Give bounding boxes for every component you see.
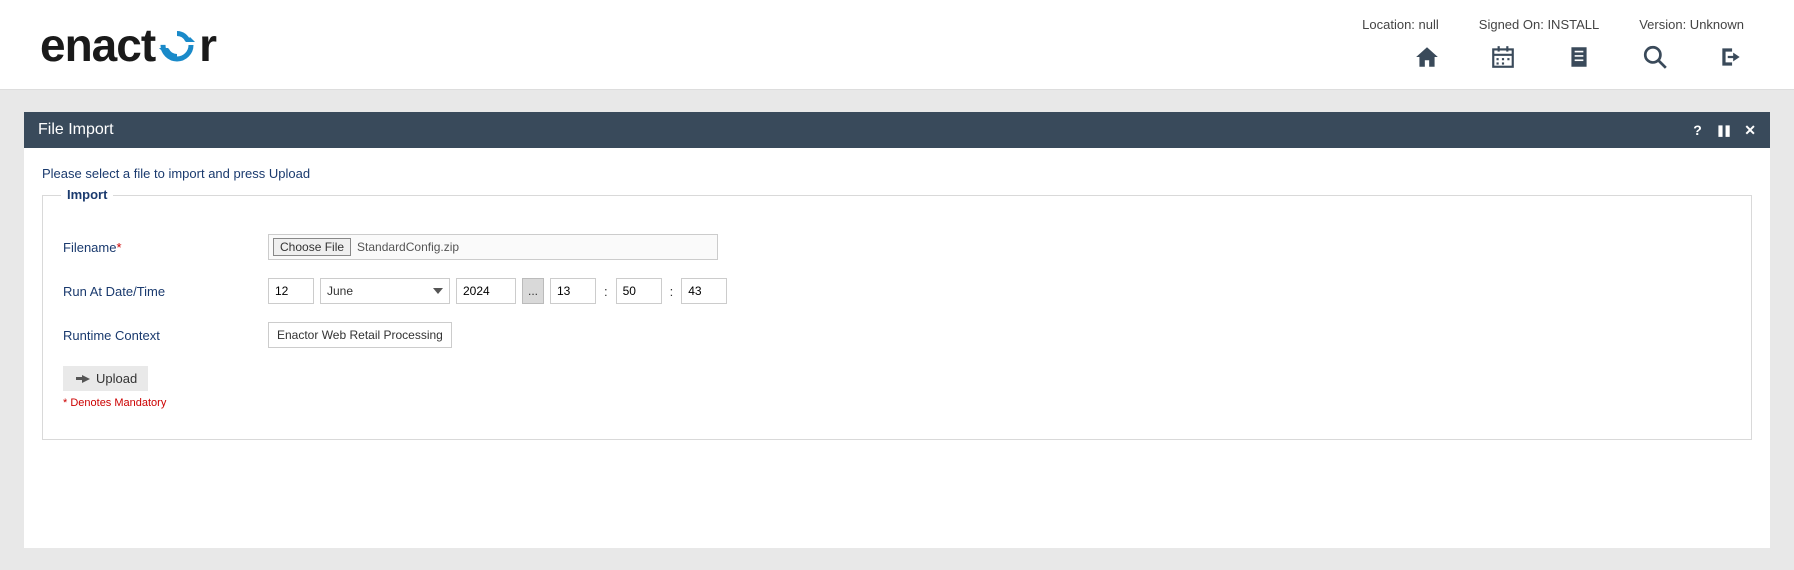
help-icon[interactable]: ?: [1693, 122, 1702, 138]
panel-header: File Import ? ❚❚ ✕: [24, 112, 1770, 148]
logout-icon[interactable]: [1718, 44, 1744, 73]
filename-row: Filename* Choose File StandardConfig.zip: [63, 234, 1731, 260]
year-input[interactable]: [456, 278, 516, 304]
logo: enact r: [40, 18, 216, 72]
mandatory-note: * Denotes Mandatory: [63, 397, 1731, 409]
logo-sync-icon: [157, 25, 197, 65]
runtime-label: Runtime Context: [63, 328, 268, 343]
choose-file-button[interactable]: Choose File: [273, 238, 351, 256]
runtime-row: Runtime Context Enactor Web Retail Proce…: [63, 322, 1731, 348]
runat-row: Run At Date/Time June ... : :: [63, 278, 1731, 304]
time-colon-1: :: [604, 284, 608, 299]
mandatory-asterisk: *: [116, 240, 121, 255]
upload-label: Upload: [96, 371, 137, 386]
location-label: Location: null: [1362, 17, 1439, 32]
second-input[interactable]: [681, 278, 727, 304]
icon-bar: [1414, 44, 1744, 73]
header-right: Location: null Signed On: INSTALL Versio…: [1362, 17, 1754, 73]
date-picker-button[interactable]: ...: [522, 278, 544, 304]
pause-icon[interactable]: ❚❚: [1716, 124, 1730, 137]
document-icon[interactable]: [1566, 44, 1592, 73]
filename-label-text: Filename: [63, 240, 116, 255]
day-input[interactable]: [268, 278, 314, 304]
month-select[interactable]: June: [320, 278, 450, 304]
file-input-wrap[interactable]: Choose File StandardConfig.zip: [268, 234, 718, 260]
panel-controls: ? ❚❚ ✕: [1693, 122, 1756, 139]
status-line: Location: null Signed On: INSTALL Versio…: [1362, 17, 1744, 32]
month-value: June: [327, 284, 353, 298]
app-header: enact r Location: null Signed On: INSTAL…: [0, 0, 1794, 90]
panel-body: Please select a file to import and press…: [24, 148, 1770, 548]
signed-on-label: Signed On: INSTALL: [1479, 17, 1599, 32]
upload-button[interactable]: Upload: [63, 366, 148, 391]
fieldset-legend: Import: [61, 187, 113, 202]
arrow-right-icon: [82, 375, 90, 383]
search-icon[interactable]: [1642, 44, 1668, 73]
version-label: Version: Unknown: [1639, 17, 1744, 32]
time-colon-2: :: [670, 284, 674, 299]
instruction-text: Please select a file to import and press…: [42, 166, 1752, 181]
filename-label: Filename*: [63, 240, 268, 255]
selected-filename: StandardConfig.zip: [357, 240, 459, 254]
datetime-group: June ... : :: [268, 278, 727, 304]
page-area: File Import ? ❚❚ ✕ Please select a file …: [0, 90, 1794, 570]
import-fieldset: Import Filename* Choose File StandardCon…: [42, 195, 1752, 440]
hour-input[interactable]: [550, 278, 596, 304]
panel-title: File Import: [38, 121, 114, 139]
runtime-context-value[interactable]: Enactor Web Retail Processing: [268, 322, 452, 348]
logo-text: enact r: [40, 18, 216, 72]
home-icon[interactable]: [1414, 44, 1440, 73]
chevron-down-icon: [433, 288, 443, 294]
calendar-icon[interactable]: [1490, 44, 1516, 73]
close-icon[interactable]: ✕: [1744, 122, 1756, 139]
minute-input[interactable]: [616, 278, 662, 304]
logo-pre: enact: [40, 18, 155, 72]
logo-post: r: [199, 18, 216, 72]
runat-label: Run At Date/Time: [63, 284, 268, 299]
